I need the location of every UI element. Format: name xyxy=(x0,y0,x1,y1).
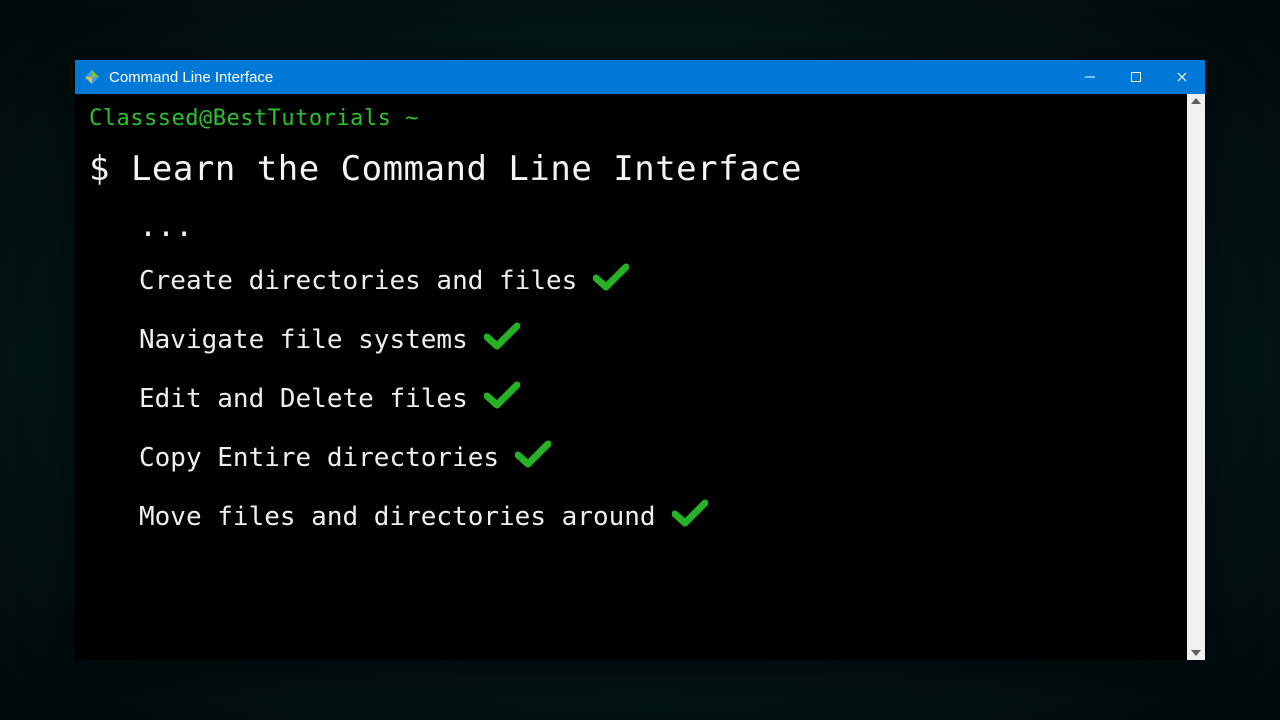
window-title: Command Line Interface xyxy=(109,69,273,86)
client-area: Classsed@BestTutorials ~ $ Learn the Com… xyxy=(75,94,1205,660)
item-text: Move files and directories around xyxy=(139,502,656,532)
list-item: Create directories and files xyxy=(139,262,1173,299)
list-item: Move files and directories around xyxy=(139,498,1173,535)
titlebar[interactable]: Command Line Interface xyxy=(75,60,1205,94)
scroll-down-icon[interactable] xyxy=(1191,650,1201,656)
ellipsis: ... xyxy=(139,209,1173,244)
check-icon xyxy=(672,498,708,535)
item-text: Copy Entire directories xyxy=(139,443,499,473)
check-icon xyxy=(515,439,551,476)
scroll-up-icon[interactable] xyxy=(1191,98,1201,104)
headline-prefix: $ xyxy=(89,149,131,189)
check-icon xyxy=(593,262,629,299)
check-icon xyxy=(484,380,520,417)
check-icon xyxy=(484,321,520,358)
close-button[interactable] xyxy=(1159,60,1205,94)
item-text: Edit and Delete files xyxy=(139,384,468,414)
list-item: Copy Entire directories xyxy=(139,439,1173,476)
headline-line: $ Learn the Command Line Interface xyxy=(89,149,1173,189)
headline-text: Learn the Command Line Interface xyxy=(131,149,802,189)
item-text: Navigate file systems xyxy=(139,325,468,355)
app-icon xyxy=(83,68,101,86)
maximize-button[interactable] xyxy=(1113,60,1159,94)
item-text: Create directories and files xyxy=(139,266,577,296)
vertical-scrollbar[interactable] xyxy=(1187,94,1205,660)
minimize-button[interactable] xyxy=(1067,60,1113,94)
list-item: Navigate file systems xyxy=(139,321,1173,358)
shell-prompt: Classsed@BestTutorials ~ xyxy=(89,106,1173,131)
list-item: Edit and Delete files xyxy=(139,380,1173,417)
terminal-body[interactable]: Classsed@BestTutorials ~ $ Learn the Com… xyxy=(75,94,1187,660)
terminal-window: Command Line Interface Classsed@BestTuto… xyxy=(75,60,1205,660)
